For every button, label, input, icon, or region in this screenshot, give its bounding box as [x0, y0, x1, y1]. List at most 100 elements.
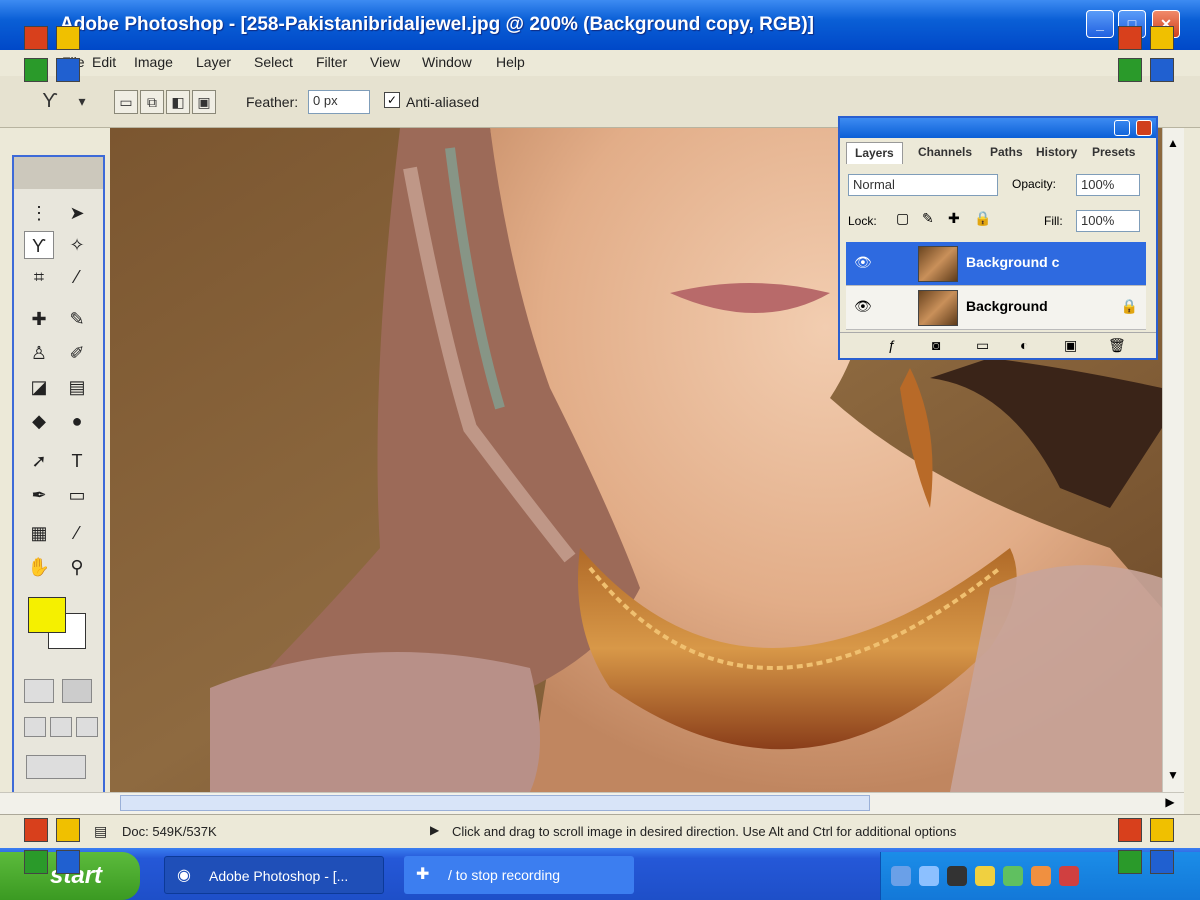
scroll-down-icon[interactable]: ▼ [1165, 768, 1181, 784]
type-icon[interactable]: T [62, 447, 92, 475]
lock-transparency-icon[interactable]: ▢ [896, 210, 909, 227]
layer-row[interactable]: 👁 Background c [846, 242, 1146, 286]
minimize-button[interactable]: _ [1086, 10, 1114, 38]
blur-icon[interactable]: ◆ [24, 407, 54, 435]
horizontal-scroll-thumb[interactable] [120, 795, 870, 811]
shape-icon[interactable]: ▭ [62, 481, 92, 509]
screen-mode-standard-icon[interactable] [24, 717, 46, 737]
watermark-logo [1118, 26, 1142, 50]
slice-icon[interactable]: ⁄ [62, 263, 92, 291]
lasso-preset-icon[interactable]: ϒ [38, 90, 62, 114]
menu-filter[interactable]: Filter [316, 54, 347, 70]
zoom-icon[interactable]: ⚲ [62, 553, 92, 581]
title-bar: Adobe Photoshop - [258-Pakistanibridalje… [0, 0, 1200, 50]
gradient-icon[interactable]: ▤ [62, 373, 92, 401]
history-brush-icon[interactable]: ✐ [62, 339, 92, 367]
dodge-icon[interactable]: ● [62, 407, 92, 435]
eye-icon[interactable]: 👁 [854, 298, 872, 315]
adjustment-layer-icon[interactable]: ◐ [1020, 337, 1028, 353]
lasso-icon[interactable]: ϒ [24, 231, 54, 259]
feather-input[interactable]: 0 px [308, 90, 370, 114]
path-select-icon[interactable]: ➚ [24, 447, 54, 475]
lock-position-icon[interactable]: ✚ [948, 210, 960, 227]
minimize-icon: _ [1096, 16, 1104, 32]
marquee-icon[interactable]: ⋮ [24, 199, 54, 227]
layer-style-icon[interactable]: ƒ [888, 337, 896, 353]
chevron-down-icon[interactable]: ▾ [70, 90, 94, 114]
menu-window[interactable]: Window [422, 54, 472, 70]
tray-network-icon[interactable] [891, 866, 911, 886]
tab-presets[interactable]: Presets [1084, 142, 1143, 164]
watermark-logo [1150, 58, 1174, 82]
notes-icon[interactable]: ▦ [24, 519, 54, 547]
eyedropper-icon[interactable]: ⁄ [62, 519, 92, 547]
menu-image[interactable]: Image [134, 54, 173, 70]
delete-layer-icon[interactable]: 🗑 [1108, 337, 1126, 354]
blend-mode-select[interactable]: Normal [848, 174, 998, 196]
standard-mode-icon[interactable] [24, 679, 54, 703]
new-selection-icon[interactable]: ▭ [114, 90, 138, 114]
menu-select[interactable]: Select [254, 54, 293, 70]
imageready-jump-icon[interactable] [26, 755, 86, 779]
intersect-selection-icon[interactable]: ▣ [192, 90, 216, 114]
lock-pixels-icon[interactable]: ✎ [922, 210, 934, 227]
recorder-task-icon: ✚ [416, 866, 430, 883]
layers-footer: ƒ ◙ ▭ ◐ ▣ 🗑 [840, 332, 1156, 358]
add-selection-icon[interactable]: ⧉ [140, 90, 164, 114]
subtract-selection-icon[interactable]: ◧ [166, 90, 190, 114]
eye-icon[interactable]: 👁 [854, 254, 872, 271]
screen-mode-full-menu-icon[interactable] [50, 717, 72, 737]
scroll-up-icon[interactable]: ▲ [1165, 136, 1181, 152]
task-photoshop[interactable]: ◉ Adobe Photoshop - [... [164, 856, 384, 894]
quickmask-mode-icon[interactable] [62, 679, 92, 703]
foreground-color-swatch[interactable] [28, 597, 66, 633]
scroll-right-icon[interactable]: ▶ [1162, 795, 1178, 811]
magic-wand-icon[interactable]: ✧ [62, 231, 92, 259]
tab-channels[interactable]: Channels [910, 142, 980, 164]
task-recorder[interactable]: ✚ / to stop recording [404, 856, 634, 894]
panel-minimize-button[interactable] [1114, 120, 1130, 136]
pen-icon[interactable]: ✒ [24, 481, 54, 509]
menu-edit[interactable]: Edit [92, 54, 116, 70]
screen-mode-full-icon[interactable] [76, 717, 98, 737]
menu-view[interactable]: View [370, 54, 400, 70]
opacity-input[interactable]: 100% [1076, 174, 1140, 196]
antialiased-label: Anti-aliased [406, 94, 480, 110]
tray-volume-icon[interactable] [919, 866, 939, 886]
hand-icon[interactable]: ✋ [24, 553, 54, 581]
tray-firefox-icon[interactable] [1031, 866, 1051, 886]
antialiased-checkbox[interactable]: ✓ [384, 92, 400, 108]
stamp-icon[interactable]: ♙ [24, 339, 54, 367]
layer-row[interactable]: 👁 Background 🔒 [846, 286, 1146, 330]
crop-icon[interactable]: ⌗ [24, 263, 54, 291]
tab-history[interactable]: History [1028, 142, 1085, 164]
vertical-scrollbar[interactable]: ▲ ▼ [1162, 128, 1184, 792]
task-label: Adobe Photoshop - [... [209, 868, 349, 884]
new-layer-icon[interactable]: ▣ [1064, 337, 1077, 354]
brush-icon[interactable]: ✎ [62, 305, 92, 333]
menu-help[interactable]: Help [496, 54, 525, 70]
layer-name: Background c [966, 254, 1060, 270]
horizontal-scrollbar[interactable]: ▶ [0, 792, 1184, 814]
menu-layer[interactable]: Layer [196, 54, 231, 70]
tray-security-icon[interactable] [975, 866, 995, 886]
tab-paths[interactable]: Paths [982, 142, 1031, 164]
doc-size[interactable]: Doc: 549K/537K [122, 824, 217, 839]
new-set-icon[interactable]: ▭ [976, 337, 989, 354]
tab-layers[interactable]: Layers [846, 142, 903, 164]
healing-icon[interactable]: ✚ [24, 305, 54, 333]
tray-antivirus-icon[interactable] [1059, 866, 1079, 886]
watermark-logo [24, 26, 48, 50]
tray-app-icon[interactable] [947, 866, 967, 886]
lock-all-icon[interactable]: 🔒 [974, 210, 991, 227]
opacity-label: Opacity: [1012, 177, 1057, 191]
eraser-icon[interactable]: ◪ [24, 373, 54, 401]
watermark-logo [1118, 818, 1142, 842]
tray-update-icon[interactable] [1003, 866, 1023, 886]
fill-input[interactable]: 100% [1076, 210, 1140, 232]
layers-panel-titlebar[interactable] [840, 118, 1156, 138]
move-icon[interactable]: ➤ [62, 199, 92, 227]
layer-name: Background [966, 298, 1048, 314]
panel-close-button[interactable] [1136, 120, 1152, 136]
layer-mask-icon[interactable]: ◙ [932, 337, 940, 353]
